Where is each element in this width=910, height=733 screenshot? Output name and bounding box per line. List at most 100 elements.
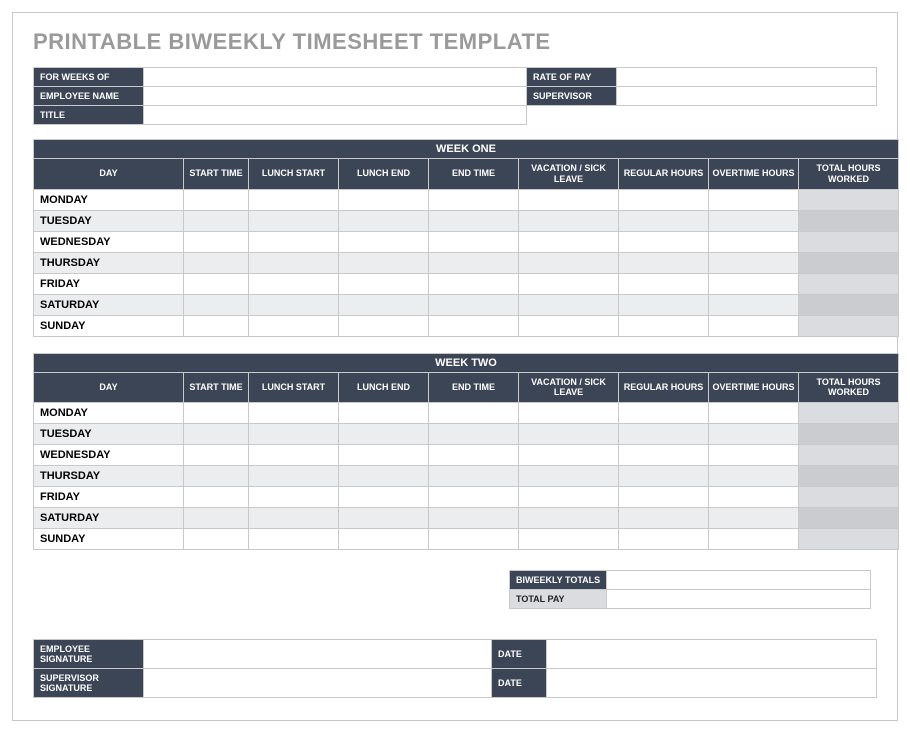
regular-hours-cell[interactable] xyxy=(619,315,709,336)
employee-name-value[interactable] xyxy=(144,87,527,106)
regular-hours-cell[interactable] xyxy=(619,424,709,445)
overtime-hours-cell[interactable] xyxy=(709,294,799,315)
start-time-cell[interactable] xyxy=(184,403,249,424)
regular-hours-cell[interactable] xyxy=(619,445,709,466)
lunch-start-cell[interactable] xyxy=(249,252,339,273)
end-time-cell[interactable] xyxy=(429,315,519,336)
regular-hours-cell[interactable] xyxy=(619,508,709,529)
end-time-cell[interactable] xyxy=(429,210,519,231)
lunch-start-cell[interactable] xyxy=(249,315,339,336)
regular-hours-cell[interactable] xyxy=(619,487,709,508)
lunch-start-cell[interactable] xyxy=(249,189,339,210)
overtime-hours-cell[interactable] xyxy=(709,315,799,336)
total-hours-cell[interactable] xyxy=(799,424,899,445)
vacation-sick-cell[interactable] xyxy=(519,508,619,529)
end-time-cell[interactable] xyxy=(429,445,519,466)
lunch-end-cell[interactable] xyxy=(339,403,429,424)
regular-hours-cell[interactable] xyxy=(619,529,709,550)
start-time-cell[interactable] xyxy=(184,189,249,210)
supervisor-value[interactable] xyxy=(617,87,877,106)
lunch-end-cell[interactable] xyxy=(339,529,429,550)
total-hours-cell[interactable] xyxy=(799,210,899,231)
start-time-cell[interactable] xyxy=(184,487,249,508)
total-hours-cell[interactable] xyxy=(799,273,899,294)
regular-hours-cell[interactable] xyxy=(619,231,709,252)
end-time-cell[interactable] xyxy=(429,252,519,273)
lunch-end-cell[interactable] xyxy=(339,294,429,315)
overtime-hours-cell[interactable] xyxy=(709,466,799,487)
lunch-end-cell[interactable] xyxy=(339,189,429,210)
end-time-cell[interactable] xyxy=(429,529,519,550)
employee-signature-value[interactable] xyxy=(144,640,492,669)
start-time-cell[interactable] xyxy=(184,424,249,445)
supervisor-date-value[interactable] xyxy=(547,669,877,698)
total-hours-cell[interactable] xyxy=(799,252,899,273)
end-time-cell[interactable] xyxy=(429,487,519,508)
overtime-hours-cell[interactable] xyxy=(709,445,799,466)
lunch-start-cell[interactable] xyxy=(249,508,339,529)
regular-hours-cell[interactable] xyxy=(619,252,709,273)
overtime-hours-cell[interactable] xyxy=(709,508,799,529)
regular-hours-cell[interactable] xyxy=(619,273,709,294)
start-time-cell[interactable] xyxy=(184,445,249,466)
lunch-start-cell[interactable] xyxy=(249,273,339,294)
for-weeks-of-value[interactable] xyxy=(144,68,527,87)
overtime-hours-cell[interactable] xyxy=(709,189,799,210)
regular-hours-cell[interactable] xyxy=(619,210,709,231)
overtime-hours-cell[interactable] xyxy=(709,210,799,231)
regular-hours-cell[interactable] xyxy=(619,466,709,487)
total-pay-value[interactable] xyxy=(607,590,871,609)
lunch-start-cell[interactable] xyxy=(249,445,339,466)
lunch-start-cell[interactable] xyxy=(249,294,339,315)
end-time-cell[interactable] xyxy=(429,403,519,424)
overtime-hours-cell[interactable] xyxy=(709,252,799,273)
total-hours-cell[interactable] xyxy=(799,508,899,529)
vacation-sick-cell[interactable] xyxy=(519,294,619,315)
vacation-sick-cell[interactable] xyxy=(519,189,619,210)
lunch-end-cell[interactable] xyxy=(339,466,429,487)
end-time-cell[interactable] xyxy=(429,294,519,315)
overtime-hours-cell[interactable] xyxy=(709,529,799,550)
lunch-end-cell[interactable] xyxy=(339,445,429,466)
overtime-hours-cell[interactable] xyxy=(709,487,799,508)
start-time-cell[interactable] xyxy=(184,294,249,315)
overtime-hours-cell[interactable] xyxy=(709,231,799,252)
lunch-start-cell[interactable] xyxy=(249,466,339,487)
lunch-start-cell[interactable] xyxy=(249,231,339,252)
start-time-cell[interactable] xyxy=(184,529,249,550)
end-time-cell[interactable] xyxy=(429,508,519,529)
start-time-cell[interactable] xyxy=(184,508,249,529)
vacation-sick-cell[interactable] xyxy=(519,529,619,550)
lunch-end-cell[interactable] xyxy=(339,231,429,252)
total-hours-cell[interactable] xyxy=(799,466,899,487)
start-time-cell[interactable] xyxy=(184,273,249,294)
start-time-cell[interactable] xyxy=(184,231,249,252)
lunch-end-cell[interactable] xyxy=(339,252,429,273)
vacation-sick-cell[interactable] xyxy=(519,231,619,252)
lunch-start-cell[interactable] xyxy=(249,210,339,231)
lunch-end-cell[interactable] xyxy=(339,424,429,445)
vacation-sick-cell[interactable] xyxy=(519,315,619,336)
lunch-end-cell[interactable] xyxy=(339,210,429,231)
overtime-hours-cell[interactable] xyxy=(709,273,799,294)
vacation-sick-cell[interactable] xyxy=(519,445,619,466)
total-hours-cell[interactable] xyxy=(799,189,899,210)
lunch-end-cell[interactable] xyxy=(339,273,429,294)
lunch-start-cell[interactable] xyxy=(249,529,339,550)
lunch-start-cell[interactable] xyxy=(249,424,339,445)
lunch-start-cell[interactable] xyxy=(249,487,339,508)
start-time-cell[interactable] xyxy=(184,210,249,231)
total-hours-cell[interactable] xyxy=(799,403,899,424)
start-time-cell[interactable] xyxy=(184,252,249,273)
lunch-start-cell[interactable] xyxy=(249,403,339,424)
regular-hours-cell[interactable] xyxy=(619,403,709,424)
end-time-cell[interactable] xyxy=(429,466,519,487)
lunch-end-cell[interactable] xyxy=(339,508,429,529)
regular-hours-cell[interactable] xyxy=(619,294,709,315)
vacation-sick-cell[interactable] xyxy=(519,210,619,231)
vacation-sick-cell[interactable] xyxy=(519,424,619,445)
total-hours-cell[interactable] xyxy=(799,315,899,336)
vacation-sick-cell[interactable] xyxy=(519,487,619,508)
total-hours-cell[interactable] xyxy=(799,487,899,508)
title-value[interactable] xyxy=(144,106,527,125)
